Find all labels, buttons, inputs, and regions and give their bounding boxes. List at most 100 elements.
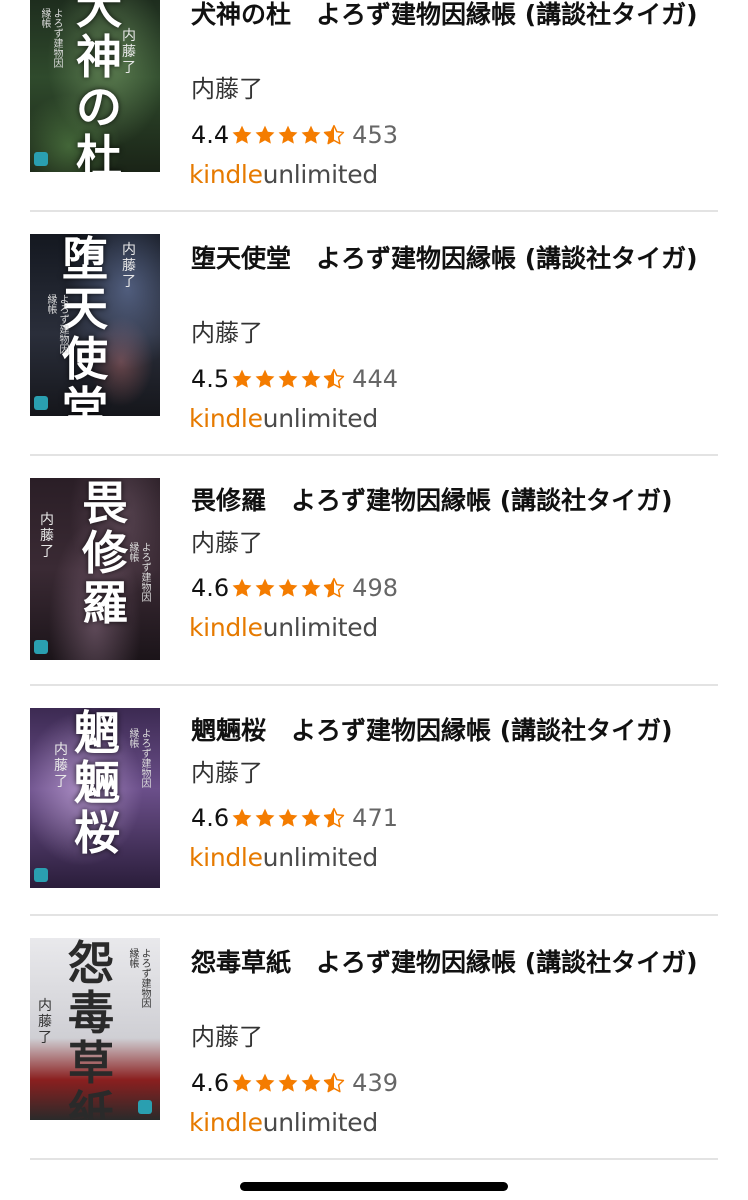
cover-title: 犬神の杜 [76,0,122,172]
review-count[interactable]: 444 [352,365,398,393]
product-title[interactable]: 畏修羅 よろず建物因縁帳 (講談社タイガ) [191,480,711,522]
product-item[interactable]: 犬神の杜 内藤了 よろず建物因縁帳 犬神の杜 よろず建物因縁帳 (講談社タイガ)… [30,0,718,210]
product-title[interactable]: 犬神の杜 よろず建物因縁帳 (講談社タイガ) [191,0,711,36]
cover-subtitle: よろず建物因縁帳 [127,728,150,788]
review-count[interactable]: 498 [352,574,398,602]
star-full-icon [255,369,275,388]
rating-row[interactable]: 4.5 444 [191,364,398,394]
kindle-unlimited-badge: kindleunlimited [189,613,378,643]
product-author[interactable]: 内藤了 [191,318,263,348]
star-half-icon [323,577,345,598]
star-full-icon [255,125,275,144]
book-cover-image[interactable]: 犬神の杜 内藤了 よろず建物因縁帳 [30,0,160,172]
search-results-list: 犬神の杜 内藤了 よろず建物因縁帳 犬神の杜 よろず建物因縁帳 (講談社タイガ)… [0,0,748,1200]
rating-row[interactable]: 4.6 498 [191,573,398,603]
cover-author: 内藤了 [40,512,54,560]
star-full-icon [301,369,321,388]
book-cover-image[interactable]: 畏修羅 内藤了 よろず建物因縁帳 [30,478,160,660]
cover-author: 内藤了 [122,28,136,76]
star-full-icon [278,578,298,597]
star-full-icon [278,808,298,827]
rating-value: 4.6 [191,574,230,602]
star-rating [231,1072,346,1094]
cover-title: 怨毒草紙 [68,938,114,1120]
rating-row[interactable]: 4.4 453 [191,120,398,150]
product-author[interactable]: 内藤了 [191,528,263,558]
unlimited-plan-text: unlimited [262,843,379,872]
product-item[interactable]: 畏修羅 内藤了 よろず建物因縁帳 畏修羅 よろず建物因縁帳 (講談社タイガ) 内… [30,456,718,686]
cover-title: 魍魎桜 [74,708,120,860]
rating-row[interactable]: 4.6 439 [191,1068,398,1098]
rating-value: 4.5 [191,365,230,393]
cover-author: 内藤了 [38,998,52,1046]
cover-author: 内藤了 [122,242,136,290]
product-author[interactable]: 内藤了 [191,74,263,104]
product-title[interactable]: 魍魎桜 よろず建物因縁帳 (講談社タイガ) [191,710,711,752]
star-full-icon [255,578,275,597]
star-full-icon [301,578,321,597]
star-half-icon [323,807,345,828]
cover-subtitle: よろず建物因縁帳 [127,948,150,1008]
kindle-unlimited-badge: kindleunlimited [189,843,378,873]
unlimited-plan-text: unlimited [262,613,379,642]
product-item[interactable]: 堕天使堂 内藤了 よろず建物因縁帳 堕天使堂 よろず建物因縁帳 (講談社タイガ)… [30,212,718,454]
publisher-logo [138,1100,152,1114]
kindle-brand-text: kindle [189,404,263,433]
cover-subtitle: よろず建物因縁帳 [39,8,62,68]
star-full-icon [255,808,275,827]
kindle-unlimited-badge: kindleunlimited [189,1108,378,1138]
publisher-logo [34,640,48,654]
star-rating [231,577,346,599]
publisher-logo [34,868,48,882]
star-rating [231,124,346,146]
star-full-icon [301,808,321,827]
product-author[interactable]: 内藤了 [191,758,263,788]
publisher-logo [34,152,48,166]
cover-author: 内藤了 [54,742,68,790]
star-half-icon [323,368,345,389]
review-count[interactable]: 439 [352,1069,398,1097]
star-rating [231,368,346,390]
rating-value: 4.6 [191,804,230,832]
star-full-icon [278,1073,298,1092]
cover-subtitle: よろず建物因縁帳 [127,542,150,602]
rating-row[interactable]: 4.6 471 [191,803,398,833]
unlimited-plan-text: unlimited [262,160,379,189]
cover-title: 畏修羅 [82,478,128,630]
kindle-brand-text: kindle [189,1108,263,1137]
kindle-brand-text: kindle [189,613,263,642]
kindle-brand-text: kindle [189,843,263,872]
book-cover-image[interactable]: 魍魎桜 内藤了 よろず建物因縁帳 [30,708,160,888]
star-full-icon [232,578,252,597]
star-half-icon [323,124,345,145]
unlimited-plan-text: unlimited [262,1108,379,1137]
cover-subtitle: よろず建物因縁帳 [45,294,68,354]
review-count[interactable]: 453 [352,121,398,149]
star-full-icon [301,125,321,144]
product-author[interactable]: 内藤了 [191,1022,263,1052]
review-count[interactable]: 471 [352,804,398,832]
divider [30,1158,718,1160]
star-full-icon [278,369,298,388]
star-full-icon [232,369,252,388]
rating-value: 4.6 [191,1069,230,1097]
star-half-icon [323,1072,345,1093]
star-full-icon [232,1073,252,1092]
product-item[interactable]: 魍魎桜 内藤了 よろず建物因縁帳 魍魎桜 よろず建物因縁帳 (講談社タイガ) 内… [30,686,718,914]
kindle-unlimited-badge: kindleunlimited [189,160,378,190]
star-full-icon [232,808,252,827]
book-cover-image[interactable]: 怨毒草紙 内藤了 よろず建物因縁帳 [30,938,160,1120]
rating-value: 4.4 [191,121,230,149]
product-item[interactable]: 怨毒草紙 内藤了 よろず建物因縁帳 怨毒草紙 よろず建物因縁帳 (講談社タイガ)… [30,916,718,1160]
product-title[interactable]: 怨毒草紙 よろず建物因縁帳 (講談社タイガ) [191,942,711,984]
unlimited-plan-text: unlimited [262,404,379,433]
kindle-brand-text: kindle [189,160,263,189]
star-full-icon [255,1073,275,1092]
book-cover-image[interactable]: 堕天使堂 内藤了 よろず建物因縁帳 [30,234,160,416]
kindle-unlimited-badge: kindleunlimited [189,404,378,434]
product-title[interactable]: 堕天使堂 よろず建物因縁帳 (講談社タイガ) [191,238,711,280]
star-full-icon [232,125,252,144]
star-full-icon [301,1073,321,1092]
star-rating [231,807,346,829]
home-indicator[interactable] [240,1182,508,1191]
